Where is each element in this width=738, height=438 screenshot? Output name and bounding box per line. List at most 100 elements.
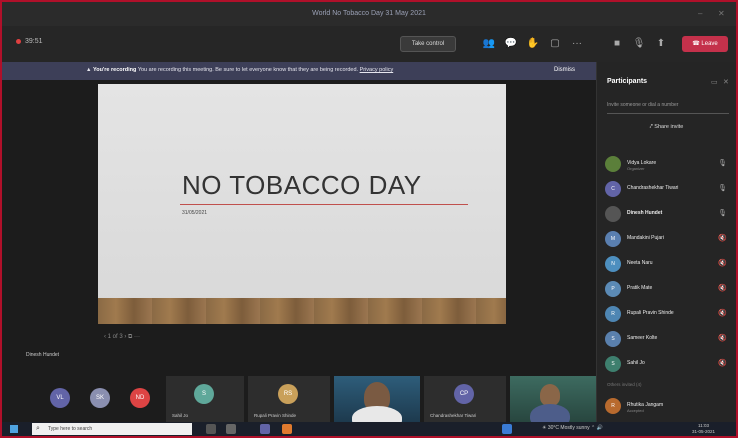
tile-name: Rupali Pravin Shinde xyxy=(254,413,297,418)
participant-name: Rupali Pravin Shinde xyxy=(627,310,674,316)
participant-avatar: M xyxy=(605,231,621,247)
reactions-icon[interactable]: ✋ xyxy=(526,37,540,51)
prev-slide-icon[interactable]: ‹ xyxy=(104,334,106,340)
tile-avatar: S xyxy=(194,384,214,404)
warning-icon: ▲ xyxy=(86,67,92,73)
person-head xyxy=(540,384,560,406)
participant-tile[interactable]: S Sahil Jo xyxy=(166,376,244,422)
participant-avatar: P xyxy=(605,281,621,297)
mic-muted-icon: 🔇 xyxy=(718,260,727,267)
participant-row[interactable]: R Rupali Pravin Shinde 🔇 xyxy=(605,304,731,324)
system-tray[interactable]: ☀ 30°C Mostly sunny ⌃ 🔊 xyxy=(542,425,603,431)
recording-dot-icon xyxy=(16,38,21,44)
participant-avatar: N xyxy=(605,256,621,272)
participant-row[interactable]: C Chandrashekhar Tiwari 🎙 xyxy=(605,179,731,199)
participants-icon[interactable]: 👥 xyxy=(482,37,496,51)
slide-date: 31/05/2021 xyxy=(182,210,208,216)
presentation-slide: NO TOBACCO DAY 31/05/2021 xyxy=(98,84,506,324)
invite-input[interactable]: Invite someone or dial a number xyxy=(607,102,729,114)
video-thumbnail-strip: VL SK ND S Sahil Jo RS Rupali Pravin Shi… xyxy=(2,376,596,422)
person-shirt xyxy=(530,404,570,422)
rooms-icon[interactable]: ▢ xyxy=(548,37,562,51)
cortana-icon[interactable] xyxy=(206,424,216,434)
participant-avatar: C xyxy=(605,181,621,197)
participant-row[interactable]: S Sameer Kolte 🔇 xyxy=(605,329,731,349)
tile-avatar: CP xyxy=(454,384,474,404)
popout-icon[interactable]: ▭ xyxy=(711,78,718,86)
close-window-icon[interactable]: ✕ xyxy=(718,9,725,18)
participant-name: Pratik Mate xyxy=(627,285,653,291)
mic-muted-icon: 🔇 xyxy=(718,285,727,292)
take-control-button[interactable]: Take control xyxy=(400,36,456,52)
slide-pager: ‹ 1 of 3 › ⧉ ··· xyxy=(104,334,140,341)
next-slide-icon[interactable]: › xyxy=(124,334,126,340)
tile-name: Sahil Jo xyxy=(172,413,189,418)
participant-row[interactable]: Vidya Lokare Organizer 🎙 xyxy=(605,154,731,174)
person-shirt xyxy=(352,406,402,422)
privacy-policy-link[interactable]: Privacy policy xyxy=(360,67,394,73)
participant-row[interactable]: Dinesh Hundet 🎙 xyxy=(605,204,731,224)
recording-message: ▲ You're recording You are recording thi… xyxy=(86,67,393,73)
chrome-taskbar-icon[interactable] xyxy=(282,424,292,434)
share-invite-button[interactable]: ⤤ Share invite xyxy=(597,124,736,131)
camera-icon[interactable]: ■ xyxy=(610,37,624,51)
mic-muted-icon: 🔇 xyxy=(718,335,727,342)
share-invite-label: Share invite xyxy=(654,124,684,130)
taskbar-clock[interactable]: 11:03 31-05-2021 xyxy=(692,423,715,435)
pager-more-icon[interactable]: ··· xyxy=(134,334,140,340)
thumb-avatar[interactable]: VL xyxy=(50,388,70,408)
participant-name: Sahil Jo xyxy=(627,360,645,366)
slide-wood-floor xyxy=(98,298,506,324)
pager-text: 1 of 3 xyxy=(107,334,123,340)
windows-start-icon[interactable] xyxy=(10,425,18,433)
edge-taskbar-icon[interactable] xyxy=(502,424,512,434)
mic-icon[interactable]: 🎙 xyxy=(632,37,646,51)
thumb-avatar[interactable]: ND xyxy=(130,388,150,408)
participant-row[interactable]: N Neeta Naru 🔇 xyxy=(605,254,731,274)
meeting-toolbar: 39:51 Take control 👥 💬 ✋ ▢ ··· ■ 🎙 ⬆ ☎ L… xyxy=(2,26,736,62)
presenter-name: Dinesh Hundet xyxy=(26,352,60,358)
leave-label: Leave xyxy=(701,41,718,47)
participant-name: Dinesh Hundet xyxy=(627,210,663,216)
search-icon: ⌕ xyxy=(36,425,40,432)
invited-row[interactable]: R Rhutika Jangam Accepted xyxy=(605,396,731,416)
minimize-icon[interactable]: – xyxy=(698,9,702,18)
participant-avatar: S xyxy=(605,331,621,347)
share-icon[interactable]: ⬆ xyxy=(654,37,668,51)
participant-avatar: R xyxy=(605,306,621,322)
title-bar: World No Tobacco Day 31 May 2021 – ✕ xyxy=(2,2,736,26)
participant-video[interactable] xyxy=(334,376,420,422)
participant-row[interactable]: P Pratik Mate 🔇 xyxy=(605,279,731,299)
task-view-icon[interactable] xyxy=(226,424,236,434)
participant-name: Mandakini Pujari xyxy=(627,235,664,241)
recording-bold: You're recording xyxy=(92,67,137,73)
search-placeholder: Type here to search xyxy=(48,426,93,432)
slide-heading: NO TOBACCO DAY xyxy=(182,170,422,200)
participant-avatar: S xyxy=(605,356,621,372)
tile-avatar: RS xyxy=(278,384,298,404)
shared-content-stage: NO TOBACCO DAY 31/05/2021 ‹ 1 of 3 › ⧉ ·… xyxy=(2,80,596,376)
others-invited-label[interactable]: Others invited (4) xyxy=(607,382,642,387)
teams-window: World No Tobacco Day 31 May 2021 – ✕ 39:… xyxy=(2,2,736,436)
recording-text: You are recording this meeting. Be sure … xyxy=(137,67,359,73)
participant-name: Sameer Kolte xyxy=(627,335,658,341)
thumb-avatar[interactable]: SK xyxy=(90,388,110,408)
participant-name: Chandrashekhar Tiwari xyxy=(627,185,679,191)
invited-avatar: R xyxy=(605,398,621,414)
participant-name: Neeta Naru xyxy=(627,260,653,266)
taskbar-search-input[interactable]: ⌕ Type here to search xyxy=(32,423,192,435)
mic-icon: 🎙 xyxy=(718,160,727,167)
dismiss-button[interactable]: Dismiss xyxy=(554,67,575,73)
chat-icon[interactable]: 💬 xyxy=(504,37,518,51)
leave-button[interactable]: ☎ Leave xyxy=(682,36,728,52)
participant-tile[interactable]: CP Chandrashekhar Tiwari xyxy=(424,376,506,422)
participant-row[interactable]: S Sahil Jo 🔇 xyxy=(605,354,731,374)
close-panel-icon[interactable]: ✕ xyxy=(723,78,729,86)
participant-tile[interactable]: RS Rupali Pravin Shinde xyxy=(248,376,330,422)
participant-row[interactable]: M Mandakini Pujari 🔇 xyxy=(605,229,731,249)
sync-icon[interactable]: ⧉ xyxy=(128,334,132,340)
participant-video[interactable] xyxy=(510,376,596,422)
recording-banner: ▲ You're recording You are recording thi… xyxy=(2,62,596,80)
more-icon[interactable]: ··· xyxy=(570,37,584,51)
teams-taskbar-icon[interactable] xyxy=(260,424,270,434)
